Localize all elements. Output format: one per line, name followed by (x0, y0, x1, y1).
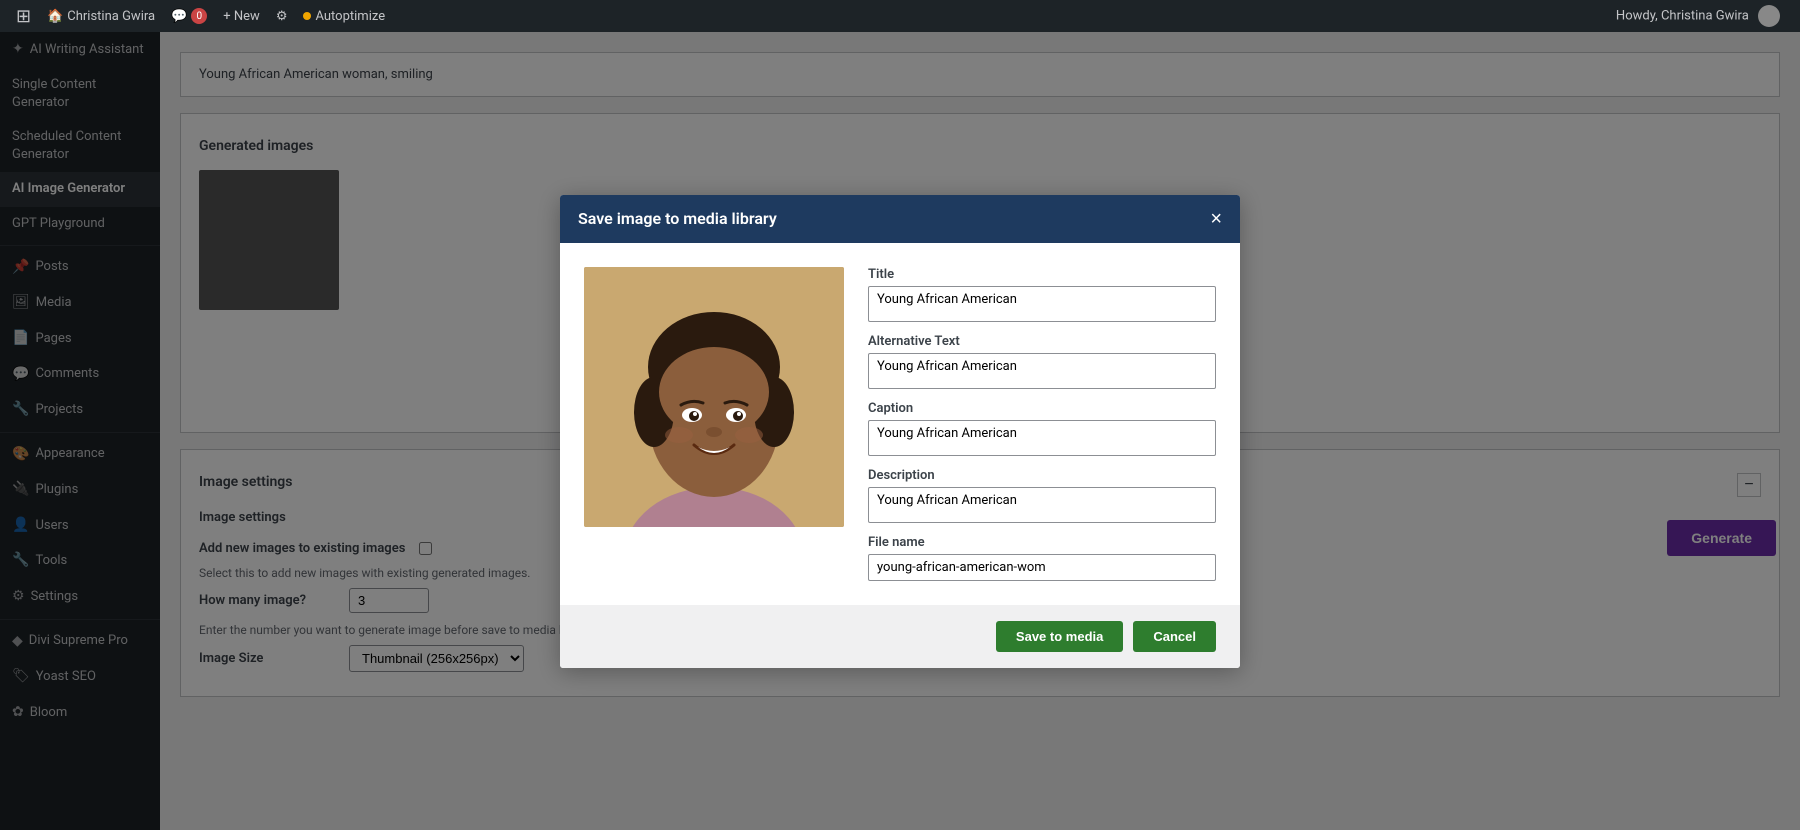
comments-icon: 💬 (171, 9, 187, 24)
description-label: Description (868, 468, 1216, 483)
alt-text-label: Alternative Text (868, 334, 1216, 349)
modal-image-preview (584, 267, 844, 527)
filename-field-group: File name (868, 535, 1216, 581)
save-to-media-button[interactable]: Save to media (996, 621, 1123, 652)
admin-bar-autoptimize[interactable]: Autoptimize (295, 0, 393, 32)
autoptimize-label: Autoptimize (315, 9, 385, 24)
description-textarea[interactable]: Young African American (868, 487, 1216, 523)
modal-close-button[interactable]: × (1210, 209, 1222, 229)
caption-label: Caption (868, 401, 1216, 416)
filename-input[interactable] (868, 554, 1216, 581)
admin-bar-site-name: Christina Gwira (67, 9, 155, 24)
yoast-icon: ⚙ (276, 9, 288, 24)
admin-bar-howdy[interactable]: Howdy, Christina Gwira (1604, 5, 1792, 27)
admin-bar-wp-logo[interactable]: ⊞ (8, 0, 39, 32)
alt-text-field-group: Alternative Text Young African American (868, 334, 1216, 389)
admin-bar: ⊞ 🏠 Christina Gwira 💬 0 + New ⚙ Autoptim… (0, 0, 1800, 32)
image-svg (584, 267, 844, 527)
avatar (1758, 5, 1780, 27)
title-textarea[interactable]: Young African American (868, 286, 1216, 322)
modal-overlay: Save image to media library × (0, 32, 1800, 830)
admin-bar-comments[interactable]: 💬 0 (163, 0, 215, 32)
comments-count: 0 (191, 8, 207, 24)
home-icon: 🏠 (47, 9, 63, 24)
caption-field-group: Caption Young African American (868, 401, 1216, 456)
new-label: + New (223, 9, 260, 24)
description-field-group: Description Young African American (868, 468, 1216, 523)
modal-title: Save image to media library (578, 209, 777, 228)
cancel-button[interactable]: Cancel (1133, 621, 1216, 652)
alt-text-textarea[interactable]: Young African American (868, 353, 1216, 389)
modal-fields: Title Young African American Alternative… (868, 267, 1216, 581)
filename-label: File name (868, 535, 1216, 550)
save-image-modal: Save image to media library × (560, 195, 1240, 668)
autoptimize-dot (303, 12, 311, 20)
modal-footer: Save to media Cancel (560, 605, 1240, 668)
caption-textarea[interactable]: Young African American (868, 420, 1216, 456)
admin-bar-site[interactable]: 🏠 Christina Gwira (39, 0, 163, 32)
admin-bar-yoast[interactable]: ⚙ (268, 0, 296, 32)
modal-body: Title Young African American Alternative… (560, 243, 1240, 605)
title-label: Title (868, 267, 1216, 282)
admin-bar-new[interactable]: + New (215, 0, 268, 32)
modal-header: Save image to media library × (560, 195, 1240, 243)
wp-logo-icon: ⊞ (16, 6, 31, 27)
title-field-group: Title Young African American (868, 267, 1216, 322)
